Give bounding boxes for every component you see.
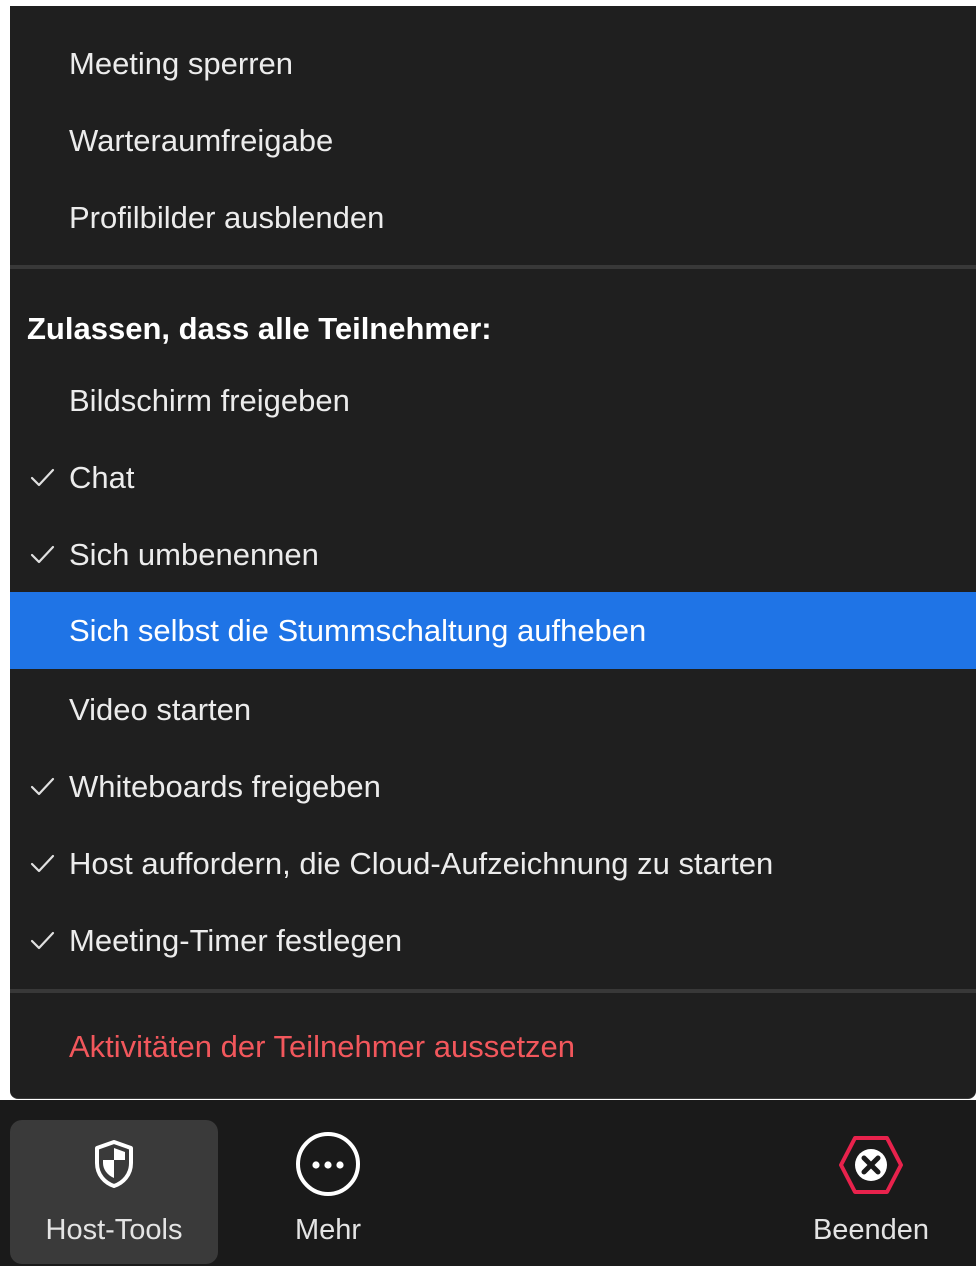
menu-item-label: Warteraumfreigabe — [69, 123, 334, 158]
end-meeting-label: Beenden — [812, 1214, 930, 1246]
menu-item-label: Sich umbenennen — [69, 537, 319, 572]
menu-item-label: Aktivitäten der Teilnehmer aussetzen — [69, 1029, 576, 1064]
menu-item-label: Whiteboards freigeben — [69, 769, 381, 804]
menu-item-label: Chat — [69, 460, 135, 495]
end-meeting-button[interactable]: Beenden — [796, 1120, 946, 1264]
checkmark-icon — [30, 545, 55, 564]
checkmark-icon — [30, 931, 55, 950]
menu-item-request-cloud-recording[interactable]: Host auffordern, die Cloud-Aufzeichnung … — [10, 825, 976, 902]
menu-item-label: Meeting-Timer festlegen — [69, 923, 403, 958]
menu-item-label: Video starten — [69, 692, 252, 727]
host-tools-label: Host-Tools — [45, 1214, 183, 1246]
close-hexagon-icon — [839, 1136, 903, 1194]
menu-separator — [10, 265, 976, 269]
menu-item-label: Profilbilder ausblenden — [69, 200, 385, 235]
menu-item-lock-meeting[interactable]: Meeting sperren — [10, 25, 976, 102]
more-button[interactable]: Mehr — [262, 1120, 394, 1264]
host-tools-menu: Meeting sperren Warteraumfreigabe Profil… — [10, 6, 976, 1099]
checkmark-icon — [30, 468, 55, 487]
shield-icon — [95, 1140, 133, 1188]
menu-item-waiting-room[interactable]: Warteraumfreigabe — [10, 102, 976, 179]
menu-item-label: Meeting sperren — [69, 46, 294, 81]
menu-item-start-video[interactable]: Video starten — [10, 671, 976, 748]
menu-item-label: Bildschirm freigeben — [69, 383, 350, 418]
section-heading-allow-participants: Zulassen, dass alle Teilnehmer: — [27, 311, 492, 346]
checkmark-icon — [30, 854, 55, 873]
host-tools-button[interactable]: Host-Tools — [10, 1120, 218, 1264]
menu-item-label: Sich selbst die Stummschaltung aufheben — [69, 613, 647, 648]
checkmark-icon — [30, 777, 55, 796]
more-label: Mehr — [294, 1214, 362, 1246]
menu-item-suspend-participant-activities[interactable]: Aktivitäten der Teilnehmer aussetzen — [10, 1008, 976, 1085]
meeting-toolbar: Host-Tools Mehr Beenden — [0, 1100, 976, 1266]
menu-item-share-whiteboards[interactable]: Whiteboards freigeben — [10, 748, 976, 825]
menu-item-set-meeting-timer[interactable]: Meeting-Timer festlegen — [10, 902, 976, 979]
menu-item-rename-self[interactable]: Sich umbenennen — [10, 516, 976, 593]
ellipsis-circle-icon — [296, 1132, 360, 1196]
menu-item-hide-profile-pictures[interactable]: Profilbilder ausblenden — [10, 179, 976, 256]
menu-item-unmute-self[interactable]: Sich selbst die Stummschaltung aufheben — [10, 592, 976, 669]
menu-item-share-screen[interactable]: Bildschirm freigeben — [10, 362, 976, 439]
menu-item-chat[interactable]: Chat — [10, 439, 976, 516]
menu-separator — [10, 989, 976, 993]
menu-item-label: Host auffordern, die Cloud-Aufzeichnung … — [69, 846, 774, 881]
